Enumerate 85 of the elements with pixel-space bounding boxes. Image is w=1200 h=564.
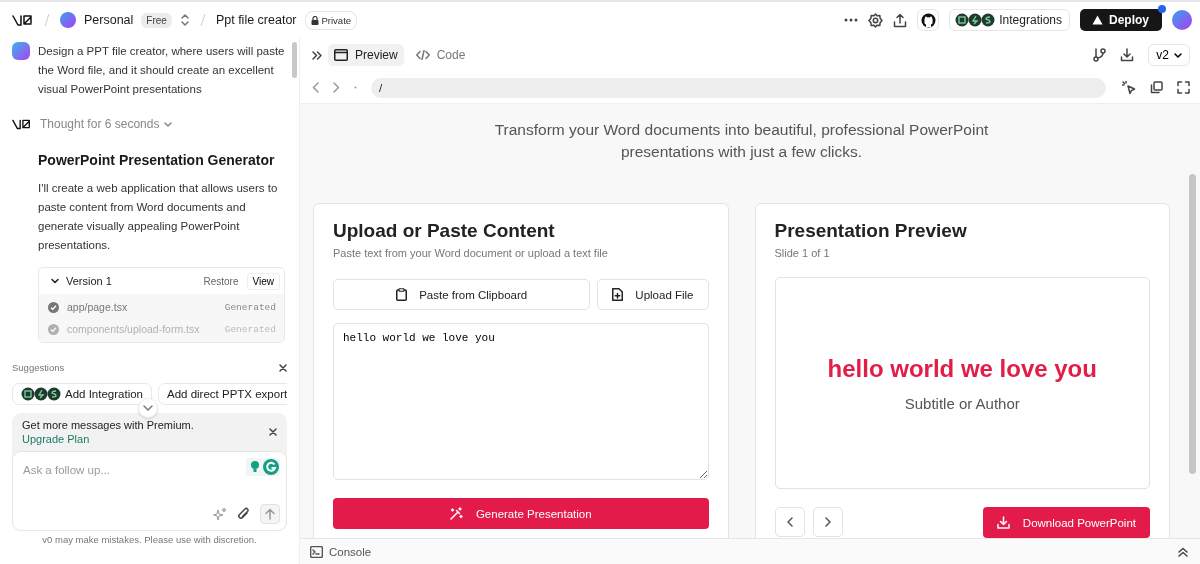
integrations-button[interactable]: Integrations [949, 9, 1070, 31]
upsell-text: Get more messages with Premium. [22, 419, 194, 431]
dot-icon [354, 86, 357, 89]
more-icon[interactable] [844, 18, 859, 22]
chevron-left-icon [786, 517, 793, 527]
upgrade-link[interactable]: Upgrade Plan [22, 433, 194, 445]
chevron-up-down-icon[interactable] [179, 13, 190, 27]
chevron-down-icon [164, 121, 173, 127]
upload-file-button[interactable]: Upload File [597, 279, 709, 310]
response-text: I'll create a web application that allows users to paste content from Word documents and generate visually appealing PowerPoint presentations. [38, 181, 279, 253]
breadcrumb-separator [199, 13, 206, 27]
integrations-icon [955, 13, 996, 27]
settings-icon[interactable] [868, 12, 884, 28]
integrations-icon [21, 387, 61, 401]
slide-counter: Slide 1 of 1 [774, 247, 831, 259]
chevron-down-icon [143, 405, 153, 411]
double-chevron-right-icon[interactable] [312, 50, 322, 60]
download-icon [996, 516, 1010, 529]
preview-tab[interactable]: Preview [328, 44, 404, 66]
share-icon[interactable] [893, 12, 908, 28]
cursor-select-icon[interactable] [1122, 80, 1136, 95]
breadcrumb-separator [44, 13, 50, 27]
disclaimer-text: v0 may make mistakes. Please use with discretion. [41, 534, 258, 545]
user-avatar [12, 42, 30, 60]
plan-badge: Free [141, 12, 172, 28]
download-button[interactable]: Download PowerPoint [982, 507, 1150, 538]
v0-logo-icon[interactable] [12, 13, 34, 27]
prompt-message: Design a PPT file creator, where users will paste the Word file, and it should create an excellent visual PowerPoint presentations [38, 44, 285, 97]
file-plus-icon [612, 288, 624, 301]
message-input[interactable]: Ask a follow up... [23, 464, 223, 476]
restore-button[interactable]: Restore [203, 275, 239, 287]
project-name[interactable]: Ppt file creator [215, 13, 297, 27]
browser-window-icon [334, 49, 348, 61]
branch-icon[interactable] [1093, 48, 1107, 62]
card-title: Presentation Preview [774, 220, 968, 242]
workspace-name[interactable]: Personal [84, 13, 134, 27]
v0-logo-icon[interactable] [12, 117, 32, 131]
download-icon[interactable] [1120, 48, 1135, 62]
slide-subtitle: Subtitle or Author [904, 394, 1020, 412]
version-dropdown[interactable]: v2 [1148, 44, 1190, 66]
suggestion-chip[interactable]: Add direct PPTX export [158, 383, 287, 405]
close-icon[interactable] [279, 363, 287, 372]
version-toggle[interactable]: Version 1 [51, 275, 112, 287]
response-heading: PowerPoint Presentation Generator [38, 151, 275, 169]
triangle-icon [1092, 15, 1103, 25]
page-subtitle: Transform your Word documents into beautiful, professional PowerPoint presentations with just a few clicks. [493, 120, 990, 162]
thought-toggle[interactable]: Thought for 6 seconds [40, 117, 173, 131]
url-field[interactable]: / [371, 77, 1106, 98]
workspace-avatar [60, 12, 76, 28]
check-circle-icon [48, 301, 59, 313]
terminal-icon [310, 545, 323, 558]
back-icon[interactable] [312, 82, 319, 93]
copy-window-icon[interactable] [1150, 81, 1163, 94]
chevron-icon [51, 277, 59, 285]
double-chevron-up-icon[interactable] [1178, 546, 1188, 557]
chevron-right-icon [824, 517, 831, 527]
suggestion-chip[interactable]: Add Integration [12, 383, 152, 405]
generate-button[interactable]: Generate Presentation [333, 498, 709, 529]
content-textarea[interactable]: hello world we love you [333, 323, 709, 480]
magic-wand-icon [449, 507, 463, 520]
close-icon[interactable] [269, 428, 277, 436]
user-avatar[interactable] [1172, 10, 1192, 30]
check-circle-icon [48, 323, 59, 335]
github-icon [920, 12, 936, 28]
code-icon [415, 50, 430, 60]
slide-title: hello world we love you [827, 354, 1097, 383]
chevron-down-icon [1174, 52, 1182, 58]
card-title: Upload or Paste Content [333, 220, 556, 242]
paste-button[interactable]: Paste from Clipboard [333, 279, 591, 310]
arrow-up-icon [265, 508, 275, 520]
file-row[interactable]: app/page.tsx Generated [39, 296, 284, 318]
visibility-badge: Private [304, 10, 358, 30]
scrollbar [292, 42, 297, 78]
github-button[interactable] [917, 9, 940, 31]
suggestions-title: Suggestions [12, 362, 65, 373]
lock-icon [310, 15, 319, 25]
forward-icon[interactable] [333, 82, 340, 93]
grammar-assistant-icon [246, 458, 280, 476]
paperclip-icon[interactable] [237, 507, 250, 521]
view-button[interactable]: View [246, 272, 280, 290]
card-description: Paste text from your Word document or upload a text file [333, 247, 609, 259]
preview-tab[interactable]: Code [409, 44, 472, 66]
console-button[interactable]: Console [310, 545, 372, 558]
clipboard-icon [396, 288, 408, 301]
fullscreen-icon[interactable] [1177, 81, 1190, 94]
